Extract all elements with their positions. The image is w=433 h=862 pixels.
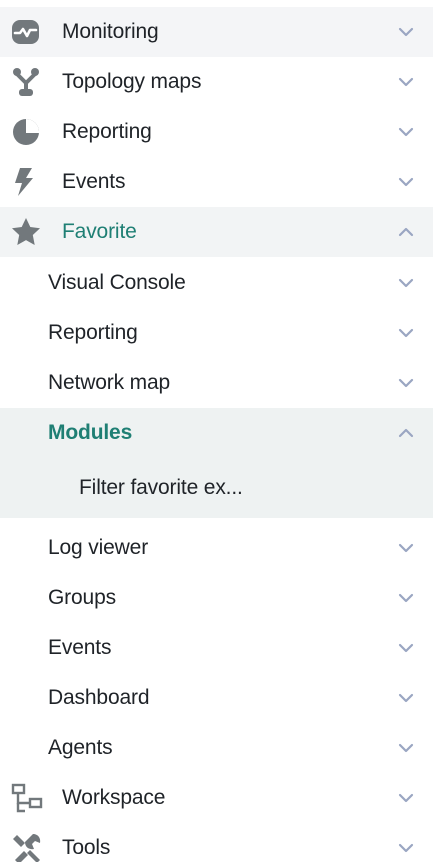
submenu-item-label: Visual Console [48, 271, 186, 294]
chevron-down-icon [398, 693, 414, 703]
chevron-down-icon [398, 127, 414, 137]
chevron-up-icon [398, 428, 414, 438]
menu-item-workspace[interactable]: Workspace [0, 773, 433, 823]
menu-item-label: Workspace [62, 786, 166, 809]
chevron-down-icon [398, 77, 414, 87]
submenu-item-label: Log viewer [48, 536, 149, 559]
menu-item-monitoring[interactable]: Monitoring [0, 7, 433, 57]
chevron-down-icon [398, 378, 414, 388]
menu-item-reporting[interactable]: Reporting [0, 107, 433, 157]
favorite-item-network-map[interactable]: Network map [0, 358, 433, 408]
chevron-down-icon [398, 843, 414, 853]
chevron-down-icon [398, 27, 414, 37]
menu-item-label: Reporting [62, 120, 152, 143]
favorite-item-events[interactable]: Events [0, 623, 433, 673]
favorite-item-dashboard[interactable]: Dashboard [0, 673, 433, 723]
star-icon [10, 217, 50, 247]
favorite-item-visual-console[interactable]: Visual Console [0, 258, 433, 308]
menu-item-events[interactable]: Events [0, 157, 433, 207]
topology-icon [10, 67, 50, 97]
navigation-menu: Monitoring Topology maps Reporting Event… [0, 0, 433, 862]
submenu-item-label: Groups [48, 586, 116, 609]
menu-item-label: Tools [62, 836, 111, 859]
submenu-item-label: Dashboard [48, 686, 150, 709]
favorite-item-log-viewer[interactable]: Log viewer [0, 523, 433, 573]
tools-icon [10, 833, 50, 862]
submenu-item-label: Modules [48, 421, 133, 444]
lightning-icon [10, 167, 50, 197]
submenu-item-label: Network map [48, 371, 171, 394]
submenu-item-label: Events [48, 636, 112, 659]
menu-item-label: Monitoring [62, 20, 159, 43]
chevron-down-icon [398, 643, 414, 653]
menu-item-topology-maps[interactable]: Topology maps [0, 57, 433, 107]
menu-item-label: Favorite [62, 220, 137, 243]
menu-item-favorite[interactable]: Favorite [0, 207, 433, 257]
menu-item-label: Topology maps [62, 70, 202, 93]
submenu-item-label: Reporting [48, 321, 138, 344]
chevron-down-icon [398, 328, 414, 338]
reporting-icon [10, 117, 50, 147]
favorite-item-modules[interactable]: Modules [0, 408, 433, 458]
monitoring-icon [10, 17, 50, 47]
workspace-icon [10, 783, 50, 813]
favorite-item-agents[interactable]: Agents [0, 723, 433, 773]
chevron-down-icon [398, 278, 414, 288]
submenu-item-label: Agents [48, 736, 113, 759]
favorite-item-reporting[interactable]: Reporting [0, 308, 433, 358]
menu-item-label: Events [62, 170, 126, 193]
chevron-down-icon [398, 543, 414, 553]
chevron-down-icon [398, 793, 414, 803]
section-divider [0, 518, 433, 519]
chevron-down-icon [398, 743, 414, 753]
chevron-down-icon [398, 177, 414, 187]
chevron-up-icon [398, 227, 414, 237]
favorite-item-groups[interactable]: Groups [0, 573, 433, 623]
chevron-down-icon [398, 593, 414, 603]
submenu-child-label: Filter favorite ex... [79, 476, 243, 499]
modules-child-filter-favorite[interactable]: Filter favorite ex... [0, 458, 433, 518]
menu-item-tools[interactable]: Tools [0, 823, 433, 862]
